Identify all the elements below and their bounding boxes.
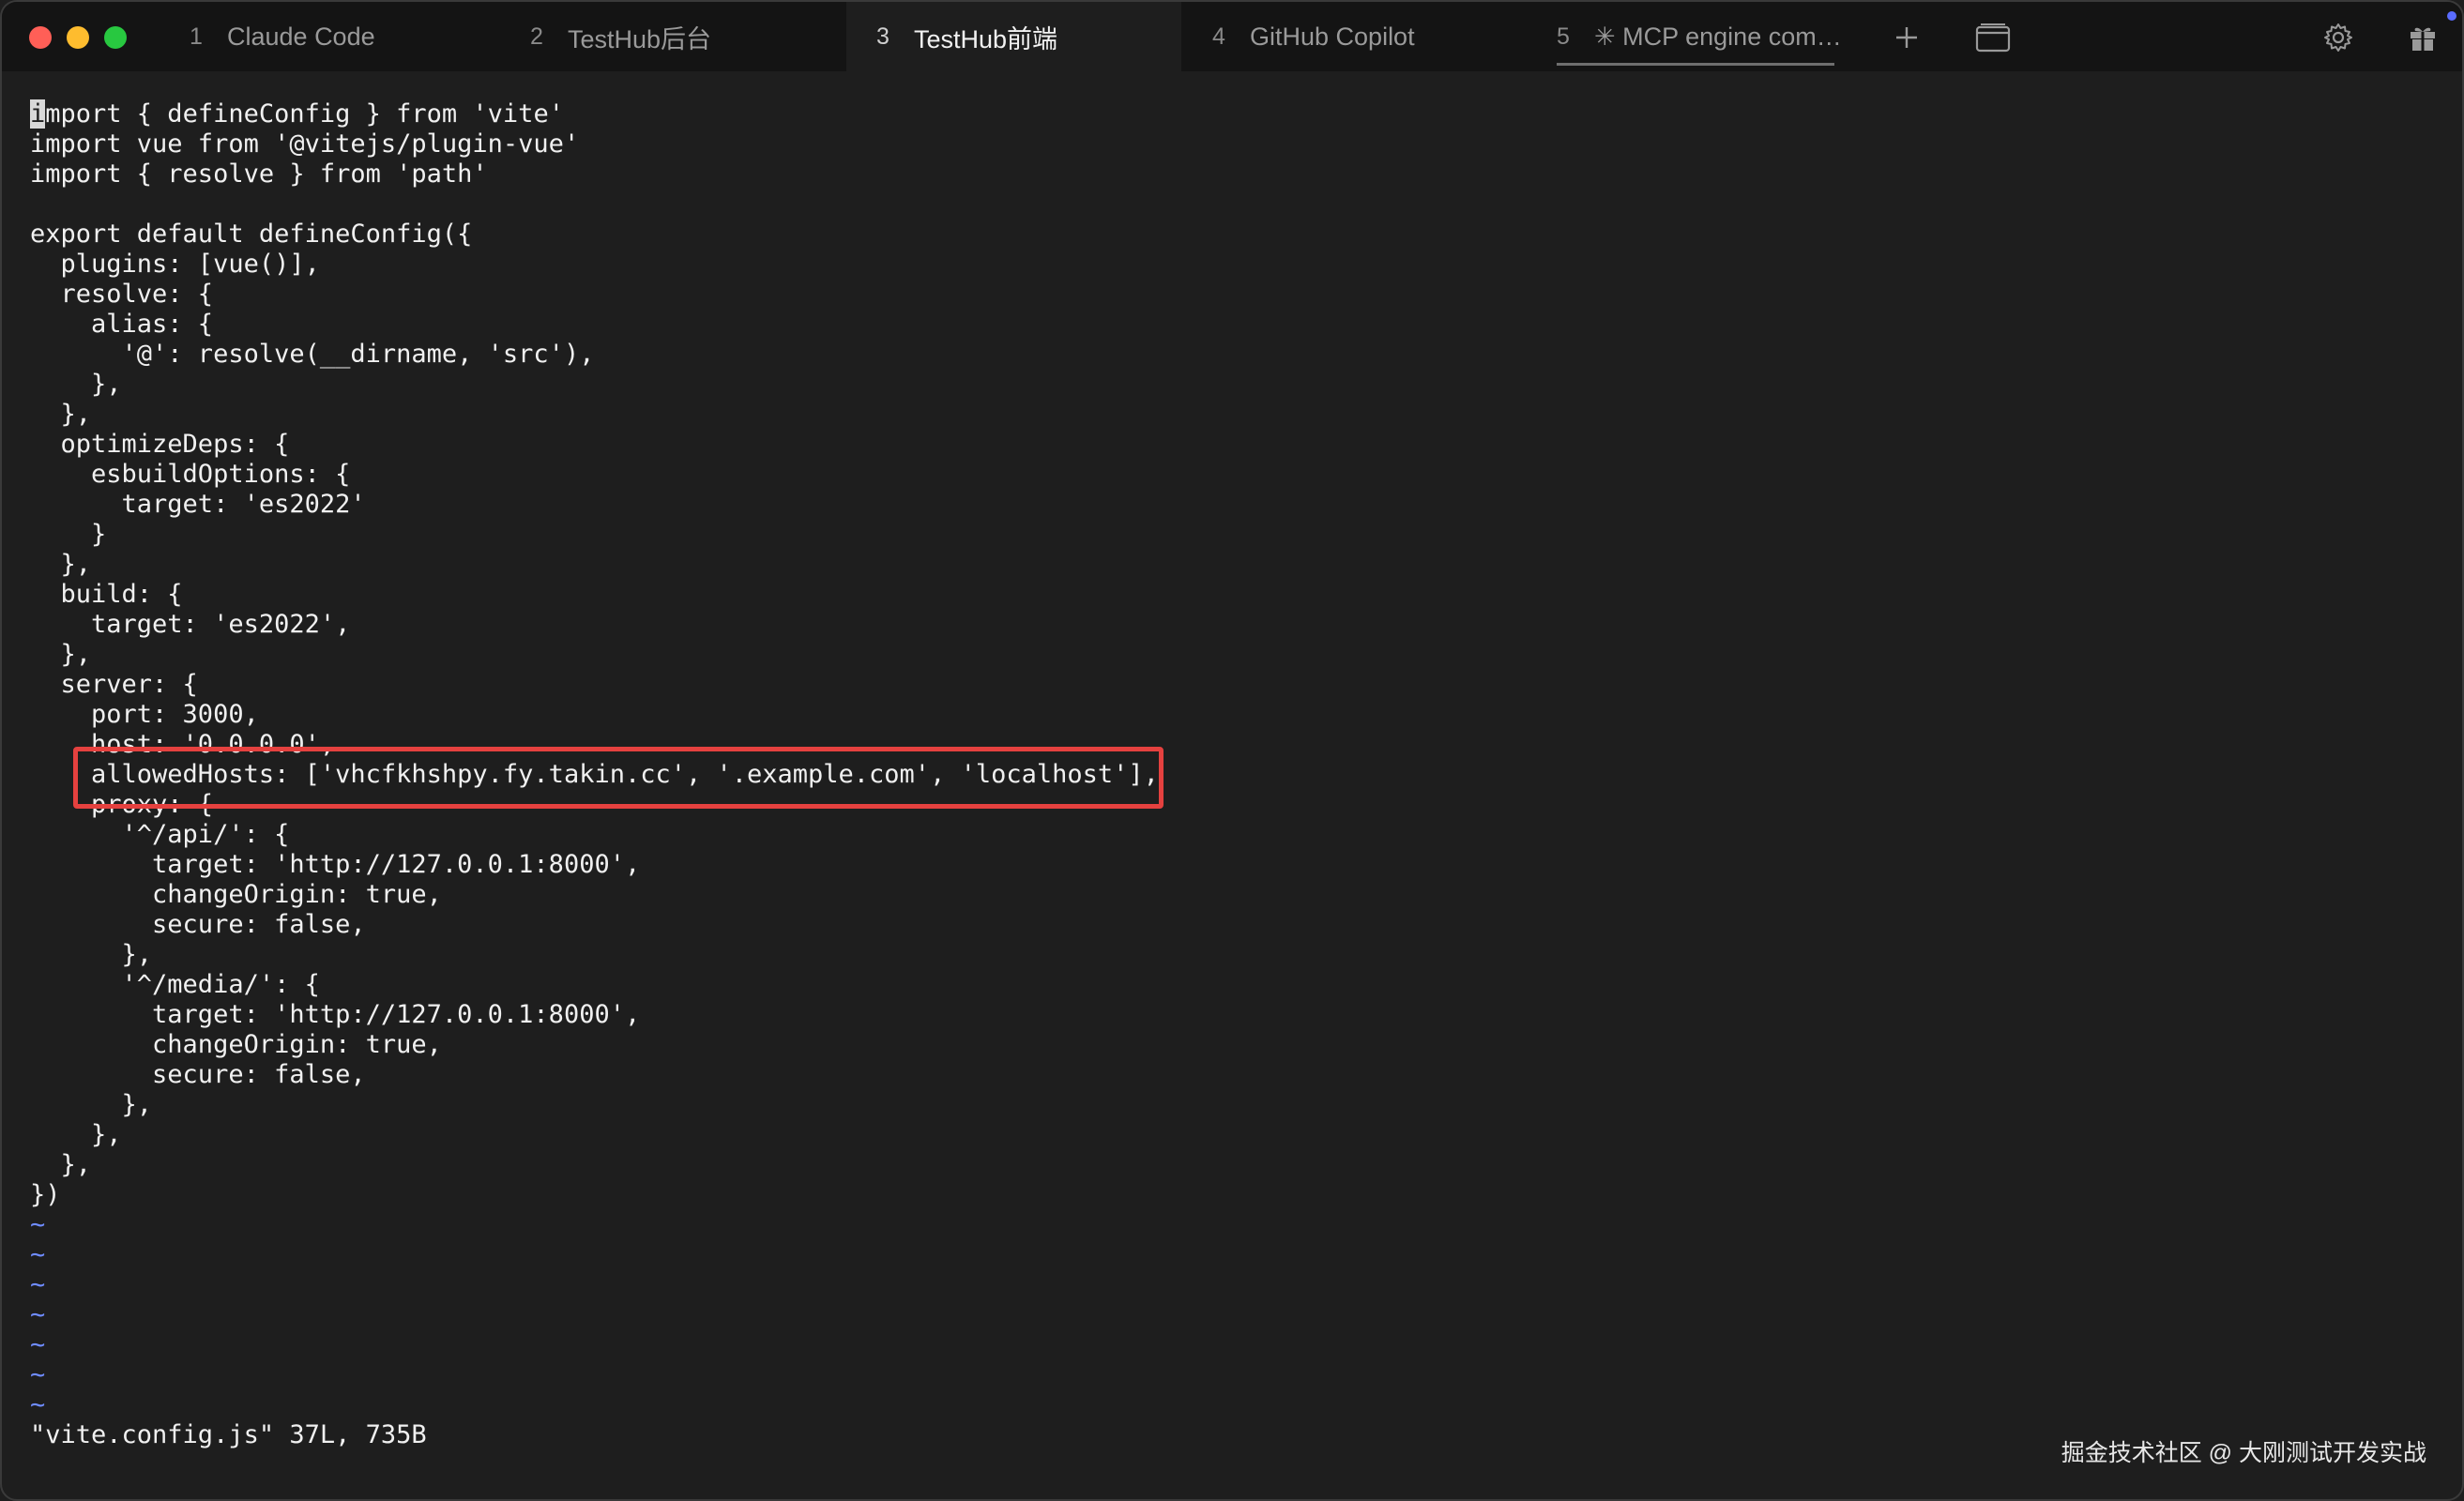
gear-icon[interactable] (2320, 19, 2357, 56)
code-line: } (30, 520, 107, 549)
code-line: export default defineConfig({ (30, 220, 473, 249)
code-line: plugins: [vue()], (30, 250, 320, 279)
code-line: '@': resolve(__dirname, 'src'), (30, 340, 595, 369)
code-line: '^/api/': { (30, 820, 290, 849)
code-line: }, (30, 1120, 122, 1149)
code-line: changeOrigin: true, (30, 1030, 442, 1059)
tab-claude-code[interactable]: 1 Claude Code (190, 2, 499, 71)
code-line: target: 'http://127.0.0.1:8000', (30, 850, 641, 879)
code-line: target: 'es2022', (30, 610, 351, 639)
notification-dot (2447, 11, 2456, 21)
empty-line-marker: ~ (30, 1210, 46, 1239)
empty-line-marker: ~ (30, 1240, 46, 1269)
plus-icon[interactable] (1888, 19, 1925, 56)
code-line: build: { (30, 580, 183, 609)
tab-number: 4 (1212, 23, 1225, 50)
code-line: optimizeDeps: { (30, 430, 290, 459)
tab-number: 5 (1557, 23, 1570, 50)
empty-line-marker: ~ (30, 1390, 46, 1419)
code-line: secure: false, (30, 910, 366, 939)
tab-number: 3 (876, 23, 890, 50)
watermark: 掘金技术社区 @ 大刚测试开发实战 (2061, 1440, 2426, 1466)
code-line: target: 'es2022' (30, 490, 366, 519)
tab-github-copilot[interactable]: 4 GitHub Copilot (1212, 2, 1522, 71)
code-line: }) (30, 1180, 61, 1209)
code-line: }, (30, 940, 153, 969)
tab-mcp-engine[interactable]: 5 ✳ MCP engine com… (1545, 2, 1846, 71)
empty-line-marker: ~ (30, 1330, 46, 1359)
code-line: target: 'http://127.0.0.1:8000', (30, 1000, 641, 1029)
tab-testhub-backend[interactable]: 2 TestHub后台 (530, 2, 840, 71)
code-line: resolve: { (30, 280, 214, 309)
allowed-hosts-highlight (73, 747, 1164, 809)
code-line: esbuildOptions: { (30, 460, 351, 489)
title-bar: 1 Claude Code 2 TestHub后台 3 TestHub前端 4 … (2, 2, 2462, 71)
tab-label: GitHub Copilot (1250, 22, 1415, 51)
window-icon[interactable] (1974, 19, 2012, 56)
code-line: alias: { (30, 310, 214, 339)
code-line: import { resolve } from 'path' (30, 159, 488, 189)
code-line: import { defineConfig } from 'vite' (30, 99, 2432, 129)
code-line: import vue from '@vitejs/plugin-vue' (30, 129, 580, 159)
maximize-window-button[interactable] (104, 26, 127, 49)
tab-number: 2 (530, 23, 543, 50)
tab-label: TestHub后台 (568, 24, 712, 53)
text-cursor: i (30, 99, 46, 129)
empty-line-marker: ~ (30, 1270, 46, 1299)
empty-line-marker: ~ (30, 1360, 46, 1389)
terminal-window: 1 Claude Code 2 TestHub后台 3 TestHub前端 4 … (0, 0, 2464, 1501)
minimize-window-button[interactable] (67, 26, 89, 49)
code-line: }, (30, 1090, 153, 1119)
code-line: }, (30, 550, 92, 579)
code-line: }, (30, 1150, 92, 1179)
code-line: secure: false, (30, 1060, 366, 1089)
tab-label: Claude Code (227, 22, 375, 51)
gift-icon[interactable] (2404, 19, 2441, 56)
empty-line-marker: ~ (30, 1300, 46, 1329)
code-text: mport { defineConfig } from 'vite' (45, 99, 564, 129)
code-line: port: 3000, (30, 700, 259, 729)
tab-label: ✳ MCP engine com… (1594, 22, 1842, 51)
code-line: '^/media/': { (30, 970, 320, 999)
code-line: server: { (30, 670, 198, 699)
tab-label: TestHub前端 (914, 24, 1058, 53)
code-line: }, (30, 640, 92, 669)
close-window-button[interactable] (29, 26, 52, 49)
code-line: }, (30, 370, 122, 399)
code-line: changeOrigin: true, (30, 880, 442, 909)
tab-number: 1 (190, 23, 203, 50)
code-line: }, (30, 400, 92, 429)
tab-testhub-frontend[interactable]: 3 TestHub前端 (846, 2, 1181, 71)
